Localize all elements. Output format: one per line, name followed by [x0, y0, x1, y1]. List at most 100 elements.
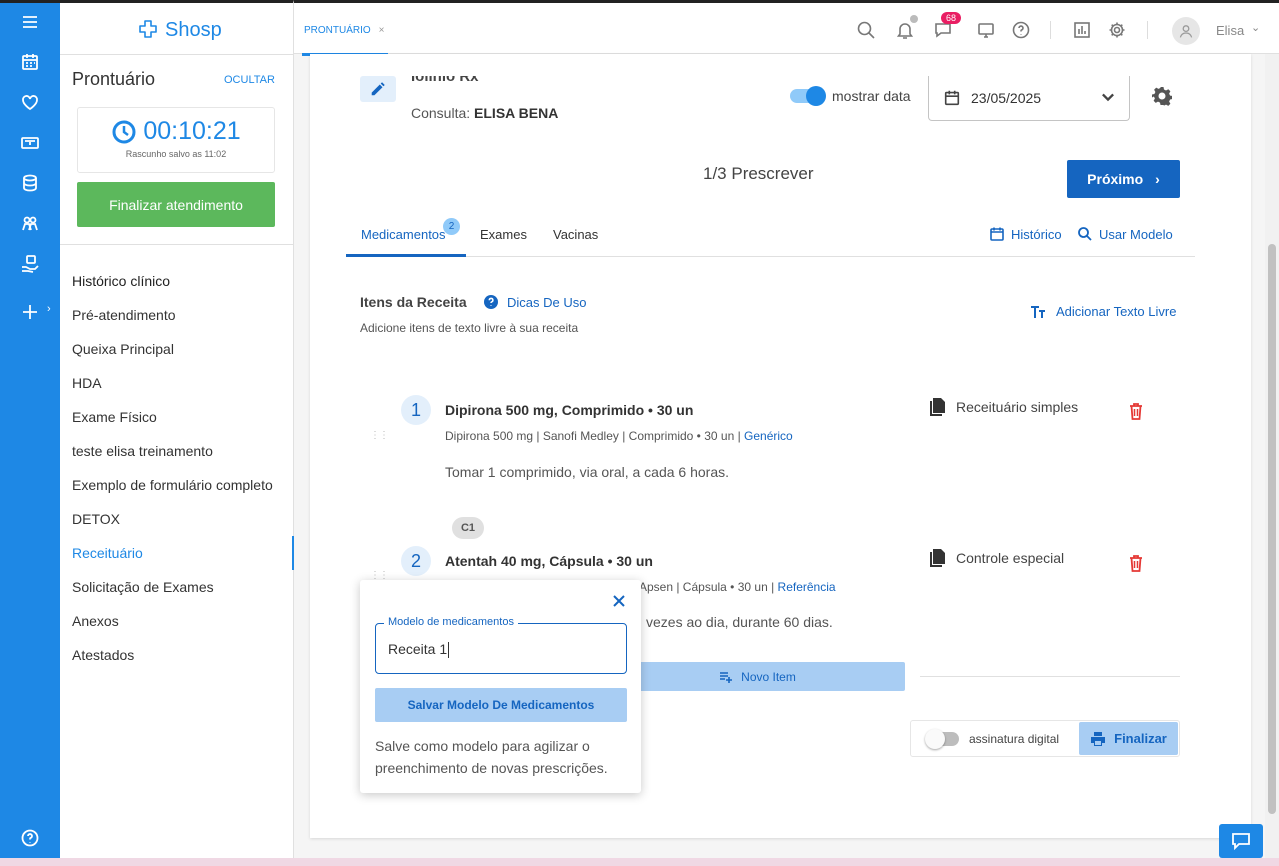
item-reference-link[interactable]: Referência [778, 580, 836, 594]
menu-icon[interactable] [0, 5, 60, 39]
close-icon[interactable] [611, 593, 627, 609]
calendar-icon [944, 90, 960, 106]
rx-type-selector[interactable]: Receituário simples [928, 397, 1078, 417]
item-desc-text: Dipirona 500 mg | Sanofi Medley | Compri… [445, 429, 745, 443]
date-value: 23/05/2025 [971, 90, 1042, 106]
show-date-toggle[interactable] [790, 86, 826, 106]
popup-help-text: Salve como modelo para agilizar o preenc… [375, 738, 608, 776]
item-number: 1 [401, 395, 431, 425]
avatar[interactable] [1172, 17, 1200, 45]
sidebar-item-exame-fisico[interactable]: Exame Físico [60, 400, 294, 434]
text-size-icon [1031, 305, 1045, 318]
sidebar-title: Prontuário [72, 69, 156, 89]
usar-modelo-link[interactable]: Usar Modelo [1077, 226, 1173, 242]
messages-badge: 68 [941, 12, 962, 24]
hide-sidebar-link[interactable]: OCULTAR [224, 74, 275, 86]
add-free-text-label: Adicionar Texto Livre [1056, 304, 1177, 319]
user-icon [1179, 25, 1193, 38]
sidebar-item-hda[interactable]: HDA [60, 366, 294, 400]
trash-icon[interactable] [1128, 554, 1144, 572]
receita-subtitle: Adicione itens de texto livre à sua rece… [360, 321, 579, 335]
tab-vacinas[interactable]: Vacinas [553, 227, 598, 242]
sidebar-item-anexos[interactable]: Anexos [60, 604, 294, 638]
new-item-button[interactable]: Novo Item [610, 662, 905, 691]
sidebar-nav: Histórico clínico Pré-atendimento Queixa… [60, 264, 294, 672]
scrollbar[interactable] [1265, 54, 1279, 866]
next-button[interactable]: Próximo › [1067, 160, 1180, 198]
tips-label: Dicas De Uso [507, 294, 587, 310]
sidebar-item-solicitacao-exames[interactable]: Solicitação de Exames [60, 570, 294, 604]
printer-icon [1091, 731, 1106, 746]
finish-appointment-button[interactable]: Finalizar atendimento [77, 182, 275, 227]
add-free-text-link[interactable]: Adicionar Texto Livre [1030, 304, 1176, 319]
patient-title: Iolinio Rx [411, 76, 479, 85]
model-name-input[interactable]: Modelo de medicamentos Receita 1 [375, 616, 627, 674]
sidebar-item-exemplo-formulario[interactable]: Exemplo de formulário completo [60, 468, 294, 502]
tab-medicamentos[interactable]: Medicamentos [361, 227, 446, 242]
search-icon[interactable] [855, 19, 877, 41]
heart-icon[interactable] [0, 85, 60, 119]
edit-icon[interactable] [360, 76, 396, 102]
help-circle-icon [484, 295, 498, 309]
text-caret [448, 642, 450, 659]
calendar-icon [990, 227, 1004, 241]
calendar-icon[interactable] [0, 45, 60, 79]
historico-link[interactable]: Histórico [989, 226, 1062, 242]
tips-link[interactable]: Dicas De Uso [483, 294, 586, 310]
medicamentos-count-badge: 2 [443, 218, 460, 235]
rx-type-label: Receituário simples [956, 399, 1079, 415]
help-icon[interactable] [0, 821, 60, 855]
item-desc-text: Apsen | Cápsula • 30 un | [639, 580, 778, 594]
search-icon [1078, 227, 1092, 241]
item-title[interactable]: Atentah 40 mg, Cápsula • 30 un [445, 553, 653, 569]
historico-label: Histórico [1011, 226, 1062, 242]
save-model-button[interactable]: Salvar Modelo De Medicamentos [375, 688, 627, 722]
database-icon[interactable] [0, 166, 60, 200]
tab-prontuario[interactable]: PRONTUÁRIO × [304, 25, 385, 36]
sidebar-item-receituario[interactable]: Receituário [60, 536, 294, 570]
hand-icon[interactable] [0, 247, 60, 281]
sidebar-item-detox[interactable]: DETOX [60, 502, 294, 536]
sidebar-item-atestados[interactable]: Atestados [60, 638, 294, 672]
tab-close-icon[interactable]: × [379, 25, 385, 36]
document-copy-icon [930, 398, 945, 416]
scrollbar-thumb[interactable] [1268, 244, 1276, 814]
money-icon[interactable] [0, 126, 60, 160]
sidebar-item-queixa-principal[interactable]: Queixa Principal [60, 332, 294, 366]
rx-type-selector[interactable]: Controle especial [928, 548, 1064, 568]
reports-icon[interactable] [1071, 19, 1093, 41]
active-tab-underline [346, 254, 466, 257]
item-generic-link[interactable]: Genérico [744, 429, 793, 443]
controlled-class-badge: C1 [452, 517, 484, 539]
divider [920, 676, 1180, 677]
digital-signature-toggle[interactable] [925, 729, 959, 749]
show-date-label: mostrar data [832, 88, 911, 104]
date-field[interactable]: 23/05/2025 [928, 76, 1130, 121]
tab-exames[interactable]: Exames [480, 227, 527, 242]
model-name-value: Receita 1 [388, 641, 448, 657]
monitor-icon[interactable] [975, 19, 997, 41]
user-name[interactable]: Elisa [1216, 23, 1244, 38]
sidebar-item-teste-elisa[interactable]: teste elisa treinamento [60, 434, 294, 468]
chat-button[interactable] [1219, 824, 1263, 858]
plus-icon[interactable]: › [0, 295, 60, 329]
drag-handle-icon[interactable]: ⋮⋮ [370, 430, 389, 441]
help-circle-icon[interactable] [1010, 19, 1032, 41]
people-icon[interactable] [0, 207, 60, 241]
item-number: 2 [401, 546, 431, 576]
gear-icon[interactable] [1152, 86, 1172, 106]
settings-icon[interactable] [1106, 19, 1128, 41]
sidebar-item-pre-atendimento[interactable]: Pré-atendimento [60, 298, 294, 332]
trash-icon[interactable] [1128, 402, 1144, 420]
chevron-down-icon[interactable] [1099, 88, 1117, 106]
prescription-tabs: Medicamentos 2 Exames Vacinas Histórico … [346, 214, 1195, 257]
item-title[interactable]: Dipirona 500 mg, Comprimido • 30 un [445, 402, 693, 418]
model-name-label: Modelo de medicamentos [384, 616, 518, 628]
logo[interactable]: Shosp [135, 17, 222, 43]
sidebar-item-historico-clinico[interactable]: Histórico clínico [60, 264, 294, 298]
digital-signature-label: assinatura digital [969, 732, 1060, 746]
finish-button[interactable]: Finalizar [1079, 722, 1178, 755]
document-copy-icon [930, 549, 945, 567]
chevron-down-icon[interactable]: ⌄ [1251, 21, 1260, 34]
clock-icon [112, 120, 136, 143]
